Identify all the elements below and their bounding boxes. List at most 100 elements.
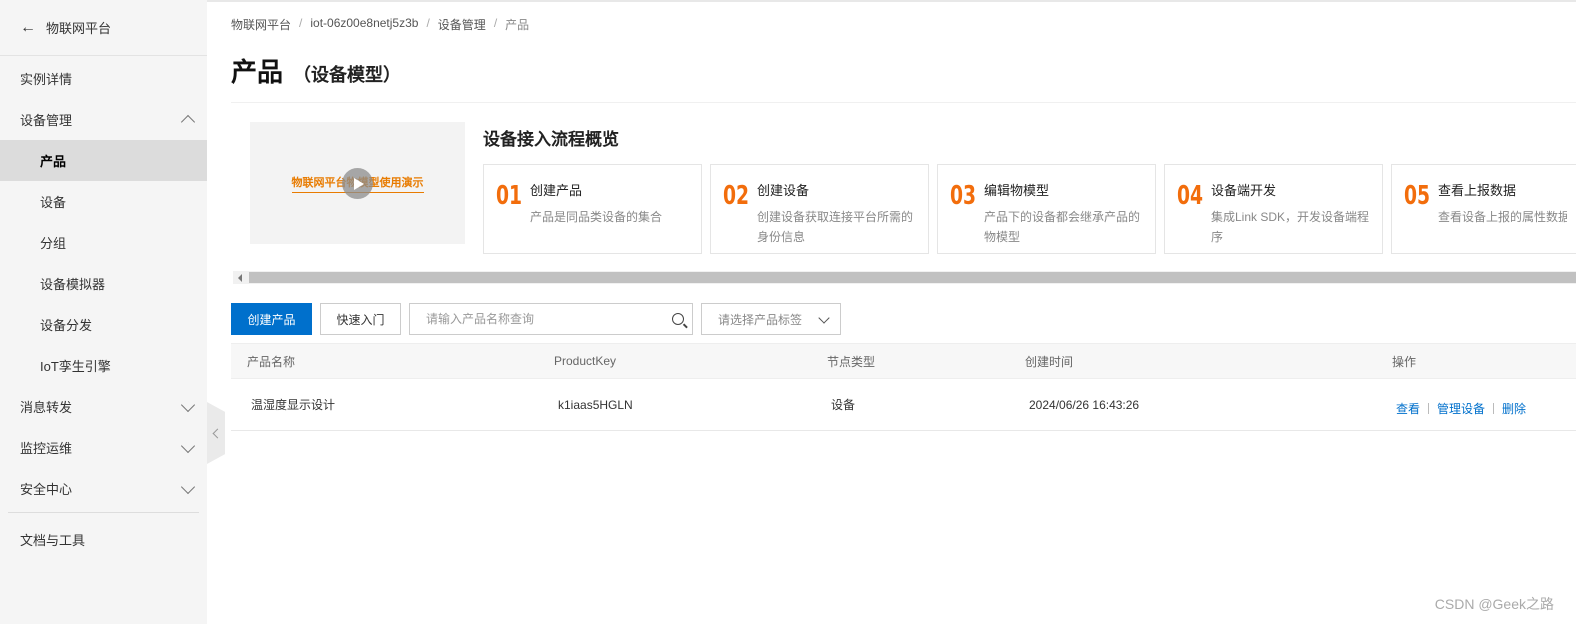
column-header: 操作 [1392, 354, 1417, 369]
step-desc: 产品是同品类设备的集合 [530, 210, 663, 224]
product-tag-select[interactable]: 请选择产品标签 [701, 303, 841, 335]
demo-video[interactable]: 物联网平台物模型使用演示 [250, 122, 465, 244]
sidebar-item-label: 实例详情 [20, 72, 73, 87]
chevron-down-icon [180, 438, 196, 453]
breadcrumb-separator: / [426, 16, 430, 30]
sidebar-collapse-handle[interactable] [207, 402, 225, 464]
step-card[interactable]: 02 创建设备创建设备获取连接平台所需的身份信息 [710, 164, 929, 254]
onboarding-overview: 物联网平台物模型使用演示 设备接入流程概览 01 创建产品产品是同品类设备的集合… [231, 102, 1576, 288]
node-type: 设备 [831, 398, 856, 412]
steps-list: 01 创建产品产品是同品类设备的集合 02 创建设备创建设备获取连接平台所需的身… [483, 164, 1576, 254]
back-to-platform-link[interactable]: ← 物联网平台 [0, 0, 207, 56]
product-name: 温湿度显示设计 [251, 398, 336, 412]
sidebar-item-instance-details[interactable]: 实例详情 [0, 58, 207, 99]
sidebar-item-devices[interactable]: 设备 [0, 181, 207, 222]
sidebar-item-monitoring[interactable]: 监控运维 [0, 427, 207, 468]
chevron-left-icon [212, 428, 223, 438]
horizontal-scrollbar[interactable] [233, 271, 1576, 284]
page-title-sub: （设备模型） [293, 65, 402, 85]
sidebar-item-label: 产品 [40, 154, 67, 169]
table-header: 产品名称 ProductKey 节点类型 创建时间 操作 [231, 343, 1576, 379]
chevron-up-icon [180, 114, 196, 129]
play-icon[interactable] [342, 168, 373, 199]
step-name: 创建设备 [757, 183, 810, 198]
sidebar-item-label: 消息转发 [20, 400, 73, 415]
row-actions: 查看 管理设备 删除 [1396, 400, 1526, 417]
step-number: 01 [496, 181, 523, 211]
chevron-down-icon [180, 479, 196, 494]
sidebar-item-label: 分组 [40, 236, 67, 251]
column-header: ProductKey [554, 354, 617, 368]
breadcrumb-item[interactable]: iot-06z00e8netj5z3b [310, 16, 418, 33]
created-time: 2024/06/26 16:43:26 [1029, 397, 1140, 412]
chevron-down-icon [818, 312, 830, 324]
breadcrumb: 物联网平台 / iot-06z00e8netj5z3b / 设备管理 / 产品 [231, 16, 529, 33]
chevron-down-icon [180, 397, 196, 412]
manage-devices-link[interactable]: 管理设备 [1437, 400, 1485, 417]
scroll-left-icon[interactable] [233, 271, 246, 284]
breadcrumb-current: 产品 [505, 18, 530, 32]
step-name: 编辑物模型 [984, 183, 1050, 198]
view-link[interactable]: 查看 [1396, 400, 1420, 417]
step-card[interactable]: 05 查看上报数据查看设备上报的属性数据 [1391, 164, 1576, 254]
search-input[interactable] [426, 312, 666, 326]
column-header: 产品名称 [247, 354, 296, 369]
step-name: 创建产品 [530, 183, 583, 198]
sidebar-item-message-forwarding[interactable]: 消息转发 [0, 386, 207, 427]
scrollbar-thumb[interactable] [249, 272, 1576, 283]
sidebar-item-label: 文档与工具 [20, 533, 86, 548]
step-number: 03 [950, 181, 977, 211]
page-title: 产品 （设备模型） [231, 52, 401, 89]
breadcrumb-item[interactable]: 物联网平台 [231, 16, 291, 33]
top-divider [207, 0, 1576, 2]
step-desc: 创建设备获取连接平台所需的身份信息 [757, 210, 914, 244]
sidebar: ← 物联网平台 实例详情 设备管理 产品 设备 分组 设备模拟器 设备分发 Io… [0, 0, 207, 624]
step-name: 查看上报数据 [1438, 183, 1517, 198]
toolbar: 创建产品 快速入门 请选择产品标签 [231, 303, 841, 335]
step-card[interactable]: 03 编辑物模型产品下的设备都会继承产品的物模型 [937, 164, 1156, 254]
create-product-button[interactable]: 创建产品 [231, 303, 312, 335]
sidebar-item-label: IoT孪生引擎 [40, 359, 111, 374]
sidebar-item-label: 设备 [40, 195, 67, 210]
product-search [409, 303, 693, 335]
column-header: 创建时间 [1025, 354, 1074, 369]
select-placeholder: 请选择产品标签 [718, 312, 803, 327]
sidebar-item-groups[interactable]: 分组 [0, 222, 207, 263]
sidebar-item-device-simulator[interactable]: 设备模拟器 [0, 263, 207, 304]
sidebar-item-label: 设备管理 [20, 113, 73, 128]
step-card[interactable]: 01 创建产品产品是同品类设备的集合 [483, 164, 702, 254]
search-icon[interactable] [672, 313, 684, 325]
sidebar-item-label: 设备分发 [40, 318, 93, 333]
sidebar-divider [8, 512, 199, 513]
overview-title: 设备接入流程概览 [483, 130, 619, 149]
step-number: 05 [1404, 181, 1431, 211]
arrow-left-icon: ← [20, 18, 36, 36]
step-number: 02 [723, 181, 750, 211]
product-key: k1iaas5HGLN [558, 397, 633, 412]
step-card[interactable]: 04 设备端开发 集成Link SDK，开发设备端程序 [1164, 164, 1383, 254]
quickstart-button[interactable]: 快速入门 [320, 303, 401, 335]
step-name: 设备端开发 [1211, 183, 1277, 198]
sidebar-item-label: 安全中心 [20, 482, 73, 497]
page-title-main: 产品 [231, 57, 284, 87]
step-desc: 产品下的设备都会继承产品的物模型 [984, 210, 1141, 244]
sidebar-item-device-management[interactable]: 设备管理 [0, 99, 207, 140]
watermark: CSDN @Geek之路 [1434, 596, 1554, 612]
step-number: 04 [1177, 181, 1204, 211]
sidebar-item-label: 设备模拟器 [40, 277, 106, 292]
step-desc: 查看设备上报的属性数据 [1438, 210, 1567, 224]
sidebar-item-security-center[interactable]: 安全中心 [0, 468, 207, 509]
sidebar-item-device-distribution[interactable]: 设备分发 [0, 304, 207, 345]
action-divider [1428, 403, 1430, 414]
sidebar-item-products[interactable]: 产品 [0, 140, 207, 181]
breadcrumb-item[interactable]: 设备管理 [438, 16, 486, 33]
product-table: 产品名称 ProductKey 节点类型 创建时间 操作 温湿度显示设计 k1i… [231, 343, 1576, 431]
sidebar-item-docs-tools[interactable]: 文档与工具 [0, 519, 207, 560]
column-header: 节点类型 [827, 354, 876, 369]
sidebar-item-iot-twin-engine[interactable]: IoT孪生引擎 [0, 345, 207, 386]
delete-link[interactable]: 删除 [1502, 400, 1526, 417]
breadcrumb-separator: / [493, 16, 498, 30]
table-row: 温湿度显示设计 k1iaas5HGLN 设备 2024/06/26 16:43:… [231, 379, 1576, 431]
back-label: 物联网平台 [46, 21, 112, 36]
action-divider [1493, 403, 1495, 414]
